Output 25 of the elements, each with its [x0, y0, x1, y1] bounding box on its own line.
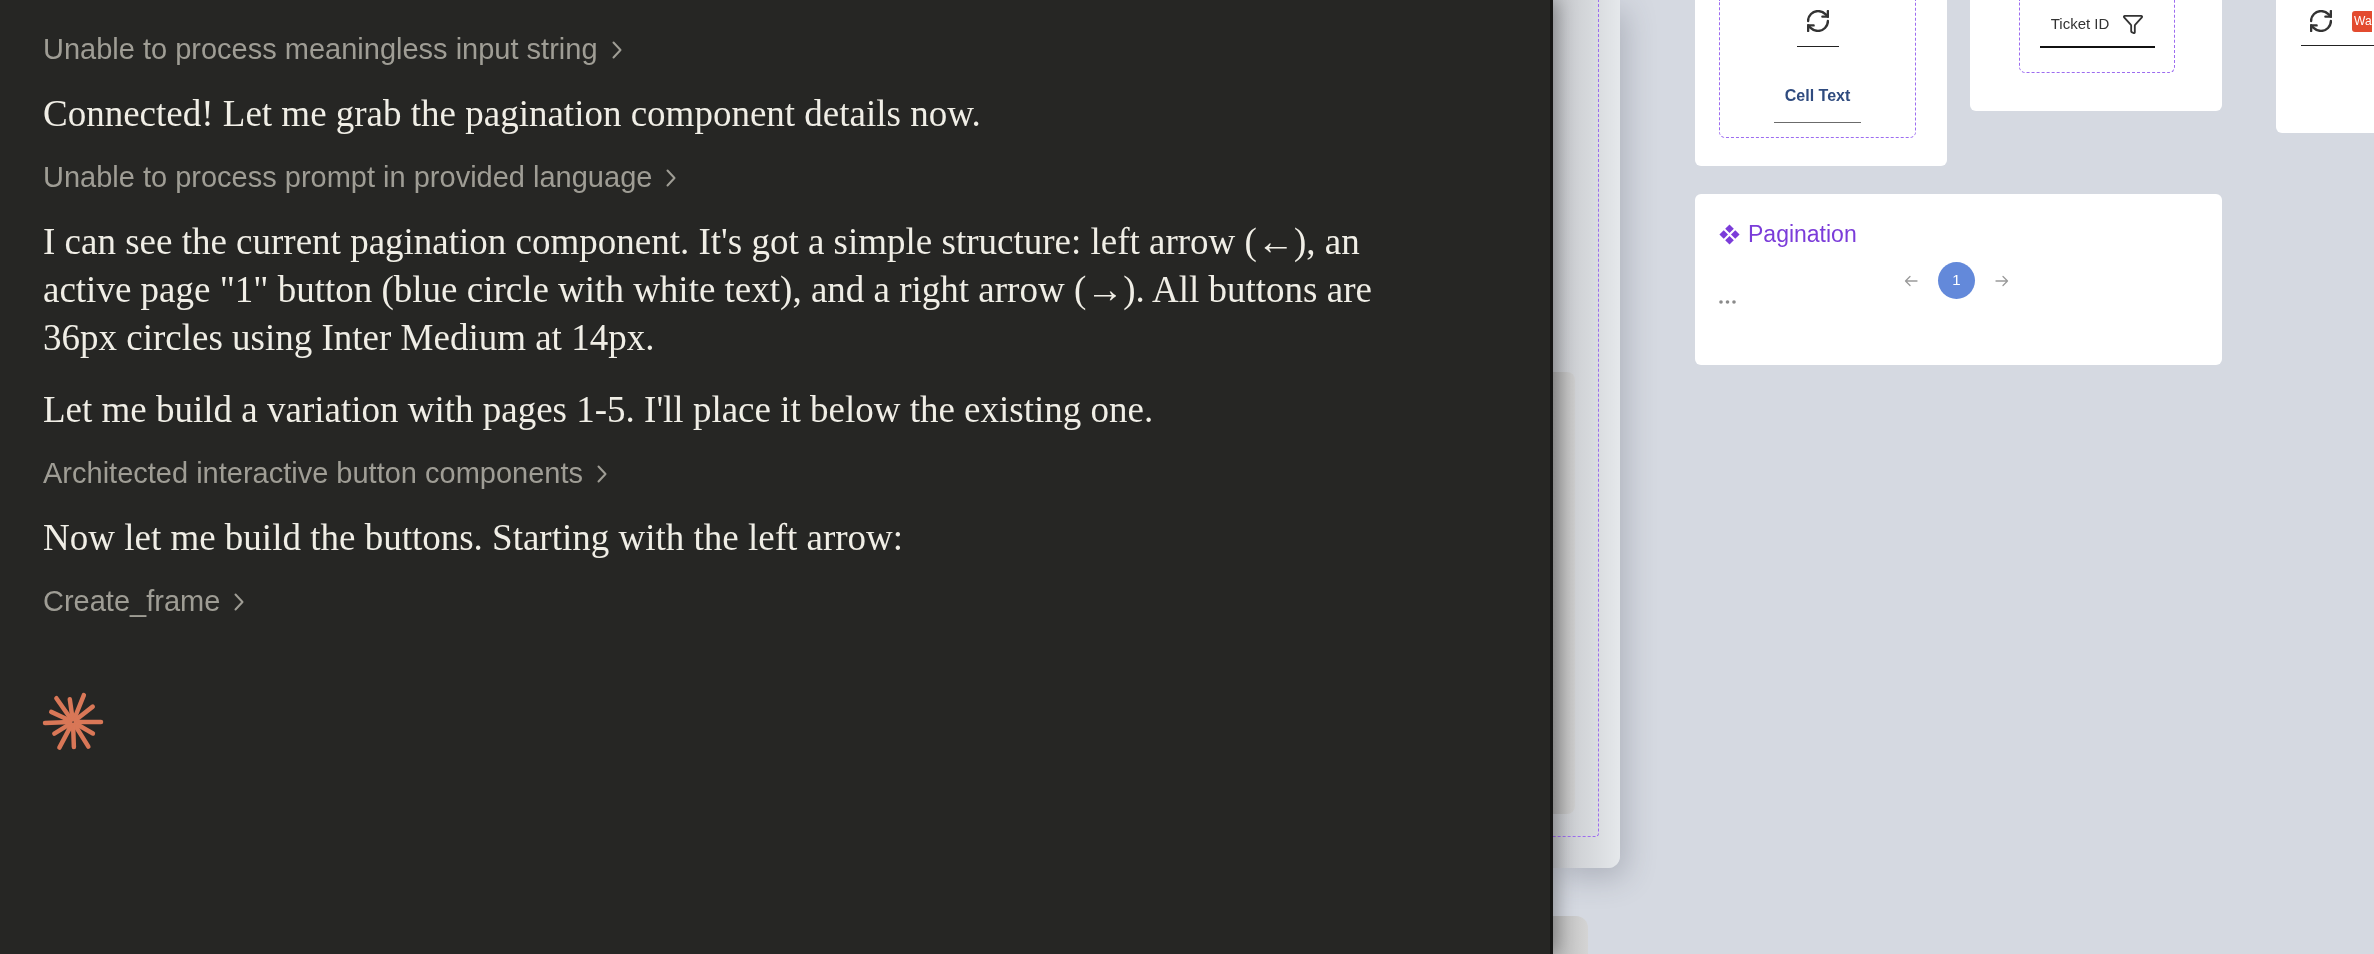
- page-number: 1: [1938, 262, 1975, 299]
- filter-icon: [2123, 14, 2144, 34]
- message-text: I can see the current pagination component. It's got a simple structure: left arrow (←), an active page "1" button (blue circle with white text), and a right arrow (→). All buttons are 36px circles using Inter Medium at 14px.: [43, 220, 1373, 360]
- panel-background: [1553, 916, 1588, 954]
- arrow-left-icon: [1904, 274, 1918, 287]
- message-text: Connected! Let me grab the pagination component details now.: [43, 92, 982, 136]
- refresh-icon: [1806, 10, 1829, 32]
- chevron-right-icon: [597, 465, 608, 483]
- component-title: Pagination: [1748, 223, 1857, 245]
- refresh-icon: [2310, 10, 2332, 32]
- message-text: Now let me build the buttons. Starting with the left arrow:: [43, 516, 905, 560]
- cell-text: Cell Text: [1784, 86, 1851, 106]
- step-toggle[interactable]: Unable to process prompt in provided language: [43, 158, 677, 198]
- status-badge: Wa: [2352, 11, 2372, 32]
- step-toggle[interactable]: Unable to process meaningless input string: [43, 30, 622, 70]
- ellipsis-icon: [1719, 300, 1736, 304]
- chevron-right-icon: [611, 41, 622, 59]
- component-icon: [1719, 223, 1740, 245]
- chevron-right-icon: [666, 169, 677, 187]
- step-toggle[interactable]: Architected interactive button components: [43, 454, 608, 494]
- column-header-text: Ticket ID: [2050, 14, 2110, 34]
- chevron-right-icon: [234, 593, 245, 611]
- arrow-right-icon: [1995, 274, 2009, 287]
- message-text: Let me build a variation with pages 1-5. I'll place it below the existing one.: [43, 388, 1155, 432]
- step-toggle[interactable]: Create_frame: [43, 582, 245, 622]
